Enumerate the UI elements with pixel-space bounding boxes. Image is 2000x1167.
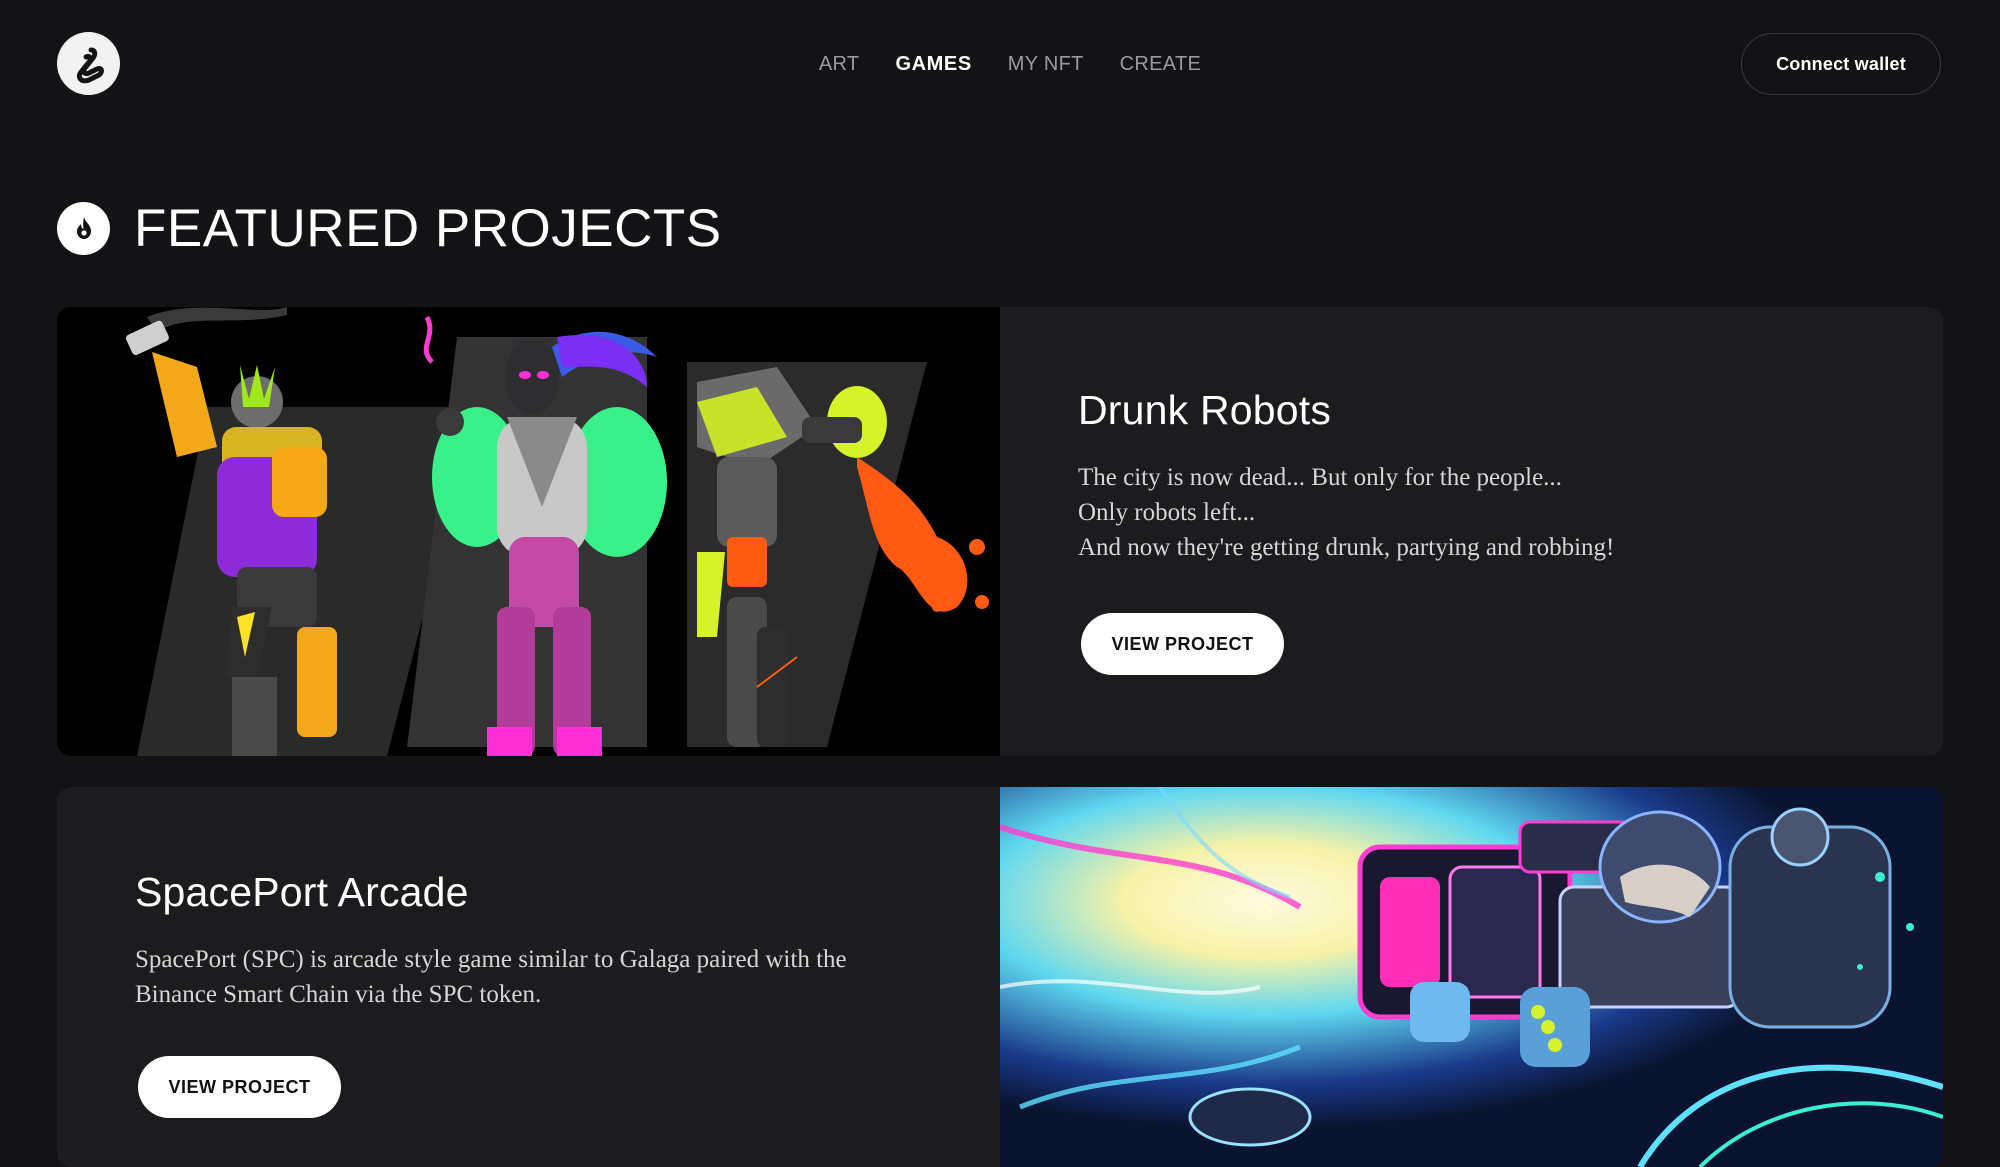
- section-title: FEATURED PROJECTS: [134, 198, 722, 258]
- nav-create[interactable]: CREATE: [1120, 46, 1201, 82]
- spaceport-arcade-info: SpacePort Arcade SpacePort (SPC) is arca…: [135, 869, 995, 1118]
- featured-projects-heading: FEATURED PROJECTS: [57, 198, 722, 258]
- spaceport-arcade-artwork: [999, 787, 1943, 1167]
- drunk-robots-info: Drunk Robots The city is now dead... But…: [1078, 387, 1938, 675]
- connect-wallet-button[interactable]: Connect wallet: [1741, 33, 1941, 95]
- nav-art[interactable]: ART: [819, 46, 860, 82]
- drunk-robots-artwork: [57, 307, 1000, 756]
- main-nav: ART GAMES MY NFT CREATE: [0, 46, 2000, 82]
- nav-games[interactable]: GAMES: [895, 46, 971, 82]
- view-project-button[interactable]: VIEW PROJECT: [1081, 613, 1284, 675]
- project-description: SpacePort (SPC) is arcade style game sim…: [135, 946, 847, 1008]
- project-description: The city is now dead... But only for the…: [1078, 464, 1615, 561]
- project-title: Drunk Robots: [1078, 387, 1332, 433]
- project-title: SpacePort Arcade: [135, 869, 469, 915]
- project-card-drunk-robots: Drunk Robots The city is now dead... But…: [57, 307, 1943, 756]
- project-card-spaceport-arcade: SpacePort Arcade SpacePort (SPC) is arca…: [57, 787, 1943, 1167]
- view-project-button[interactable]: VIEW PROJECT: [138, 1056, 341, 1118]
- fire-icon: [76, 217, 91, 239]
- fire-badge: [57, 201, 110, 255]
- site-header: ART GAMES MY NFT CREATE Connect wallet: [0, 0, 2000, 128]
- drunk-robots-illustration: [57, 307, 1000, 756]
- nav-my-nft[interactable]: MY NFT: [1008, 46, 1084, 82]
- spaceport-arcade-illustration: [999, 787, 1943, 1167]
